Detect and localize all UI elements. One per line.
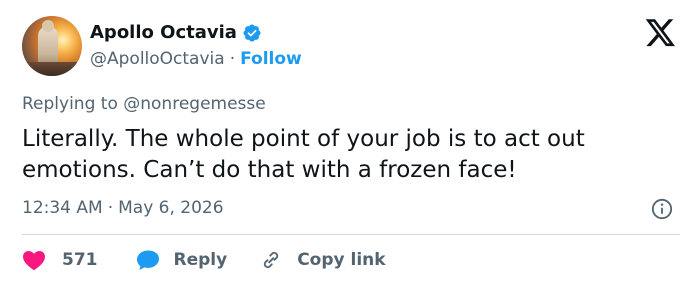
author-handle[interactable]: @ApolloOctavia (90, 49, 225, 69)
verified-badge-icon (243, 23, 261, 42)
like-button[interactable]: 571 (22, 249, 98, 271)
avatar-ground (22, 62, 82, 76)
author-display-name[interactable]: Apollo Octavia (90, 22, 237, 43)
timestamp-separator: · (107, 198, 114, 218)
reply-button[interactable]: Reply (136, 249, 228, 271)
heart-icon (23, 251, 45, 271)
info-icon[interactable] (651, 198, 673, 220)
tweet-time: 12:34 AM (22, 198, 103, 218)
copy-link-button[interactable]: Copy link (259, 249, 386, 271)
x-logo-icon[interactable] (646, 19, 676, 47)
like-count: 571 (62, 250, 98, 270)
reply-bubble-icon (136, 250, 159, 270)
tweet-text: Literally. The whole point of your job i… (22, 126, 585, 183)
divider (22, 234, 680, 235)
action-bar: 571 Reply Copy link (22, 248, 386, 272)
link-icon (264, 251, 279, 269)
replying-to-line: Replying to @nonregemesse (22, 94, 266, 114)
author-handle-row: @ApolloOctavia · Follow (90, 49, 302, 69)
handle-separator: · (229, 49, 236, 69)
replying-target-handle[interactable]: @nonregemesse (123, 94, 265, 114)
replying-prefix: Replying to (22, 94, 118, 114)
tweet-timestamp[interactable]: 12:34 AM · May 6, 2026 (22, 198, 224, 218)
avatar[interactable] (22, 16, 82, 76)
follow-button[interactable]: Follow (240, 49, 302, 69)
reply-label: Reply (173, 250, 228, 270)
author-name-row: Apollo Octavia (90, 22, 262, 43)
copy-link-label: Copy link (297, 250, 386, 270)
tweet-date: May 6, 2026 (118, 198, 224, 218)
